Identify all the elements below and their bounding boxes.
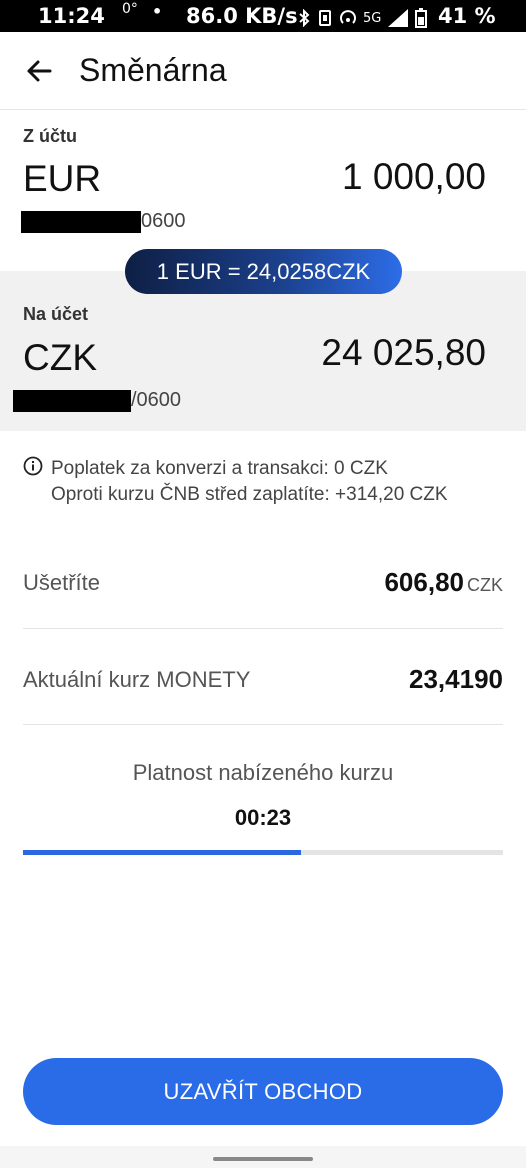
network-type: 5G [363, 10, 382, 26]
system-nav-bar [0, 1146, 526, 1168]
status-bar: 11:24 0° • 86.0 KB/s 5G 41 % [0, 0, 526, 32]
rate-row: Aktuální kurz MONETY 23,4190 [23, 629, 503, 725]
home-gesture-handle[interactable] [213, 1157, 313, 1161]
from-account-number: 0600 [21, 210, 186, 233]
savings-label: Ušetříte [23, 570, 101, 595]
app-bar: Směnárna [0, 32, 526, 110]
savings-amount: 606,80 [384, 567, 464, 597]
to-amount: 24 025,80 [321, 332, 486, 373]
savings-row: Ušetříte 606,80 CZK [23, 533, 503, 629]
from-account-label: Z účtu [23, 126, 77, 146]
from-account-section[interactable]: Z účtu EUR 1 000,00 0600 [0, 111, 526, 271]
from-amount: 1 000,00 [341, 156, 486, 197]
fee-line-conversion: Poplatek za konverzi a transakci: 0 CZK [51, 458, 388, 479]
signal-icon [388, 9, 409, 27]
to-account-label: Na účet [23, 304, 89, 324]
redacted-account-bar [21, 210, 141, 233]
to-currency: CZK [23, 337, 97, 378]
status-speed: 86.0 KB/s [186, 4, 298, 28]
from-account-suffix: 0600 [141, 210, 186, 232]
redacted-account-bar [13, 389, 131, 412]
info-icon [23, 456, 43, 476]
rate-value: 23,4190 [409, 664, 503, 694]
rate-label: Aktuální kurz MONETY [23, 667, 251, 692]
status-temperature: 0° [122, 1, 138, 17]
savings-unit: CZK [467, 575, 503, 595]
battery-icon [415, 8, 428, 28]
close-trade-button[interactable]: UZAVŘÍT OBCHOD [23, 1058, 503, 1125]
to-account-suffix: /0600 [131, 389, 182, 411]
status-icons: 5G [298, 8, 428, 28]
countdown-timer: 00:23 [234, 805, 292, 830]
vibrate-icon [319, 10, 331, 26]
validity-progress-fill [23, 850, 302, 855]
page-title: Směnárna [79, 52, 227, 88]
to-account-number: /0600 [13, 389, 181, 412]
fee-line-cnb: Oproti kurzu ČNB střed zaplatíte: +314,2… [51, 484, 448, 505]
bluetooth-icon [299, 9, 310, 27]
from-currency: EUR [23, 158, 102, 199]
savings-value: 606,80 CZK [384, 567, 503, 598]
status-time: 11:24 [38, 4, 105, 28]
to-account-section[interactable]: Na účet CZK 24 025,80 /0600 [0, 271, 526, 431]
arrow-left-icon[interactable] [22, 54, 56, 88]
exchange-rate-pill: 1 EUR = 24,0258CZK [125, 249, 402, 294]
battery-percent: 41 % [438, 4, 496, 28]
validity-progress-track [23, 850, 503, 855]
status-dot: • [152, 2, 163, 21]
hotspot-icon [340, 10, 356, 24]
validity-label: Platnost nabízeného kurzu [132, 760, 394, 785]
